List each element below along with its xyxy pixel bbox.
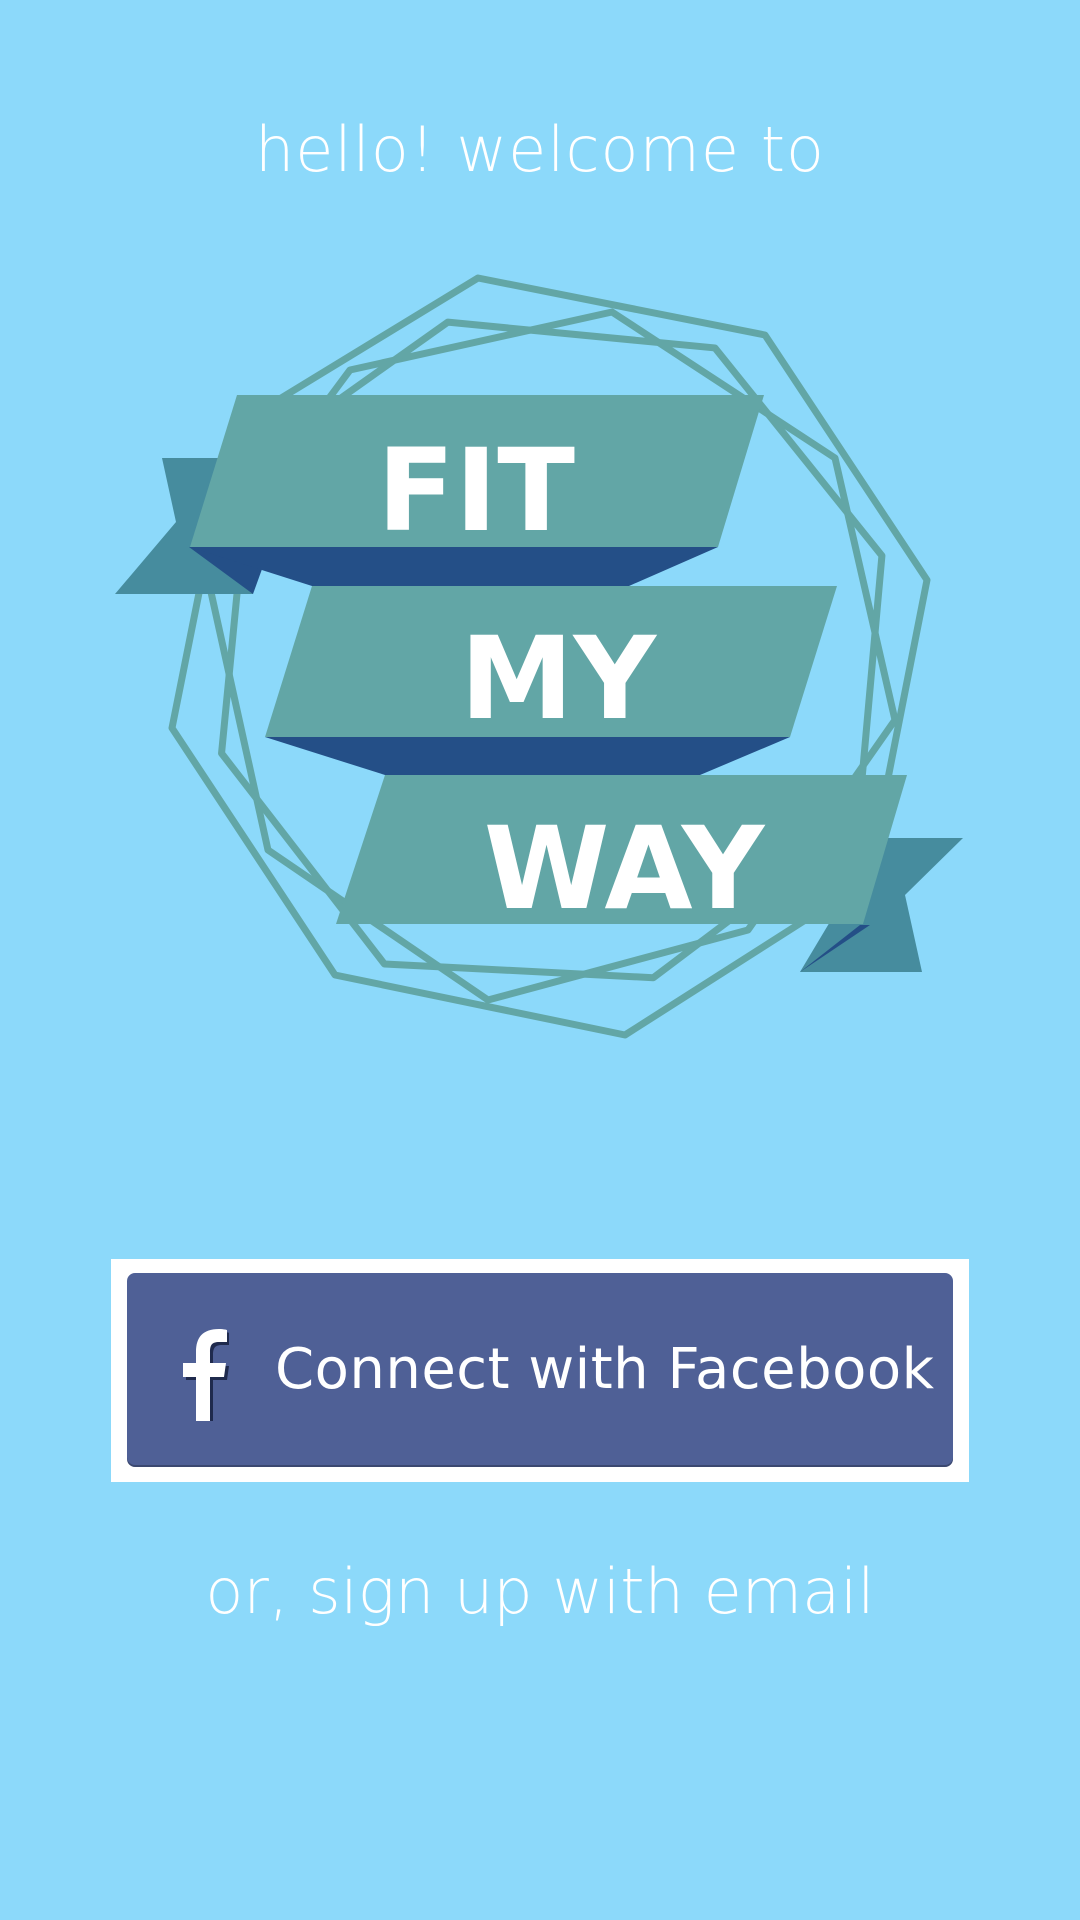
facebook-button-label: Connect with Facebook	[275, 1337, 935, 1402]
facebook-f-icon	[183, 1329, 229, 1421]
fit-my-way-logo: FIT MY WAY	[115, 274, 963, 1039]
logo-word-fit: FIT	[377, 424, 575, 557]
facebook-button-frame: Connect with Facebook	[111, 1259, 969, 1482]
welcome-screen: hello! welcome to FIT MY WAY Connect wit…	[0, 0, 1080, 1920]
logo-word-way: WAY	[484, 802, 766, 935]
logo-word-my: MY	[460, 612, 657, 745]
email-signup-link[interactable]: or, sign up with email	[0, 1552, 1080, 1632]
connect-facebook-button[interactable]: Connect with Facebook	[127, 1273, 953, 1467]
